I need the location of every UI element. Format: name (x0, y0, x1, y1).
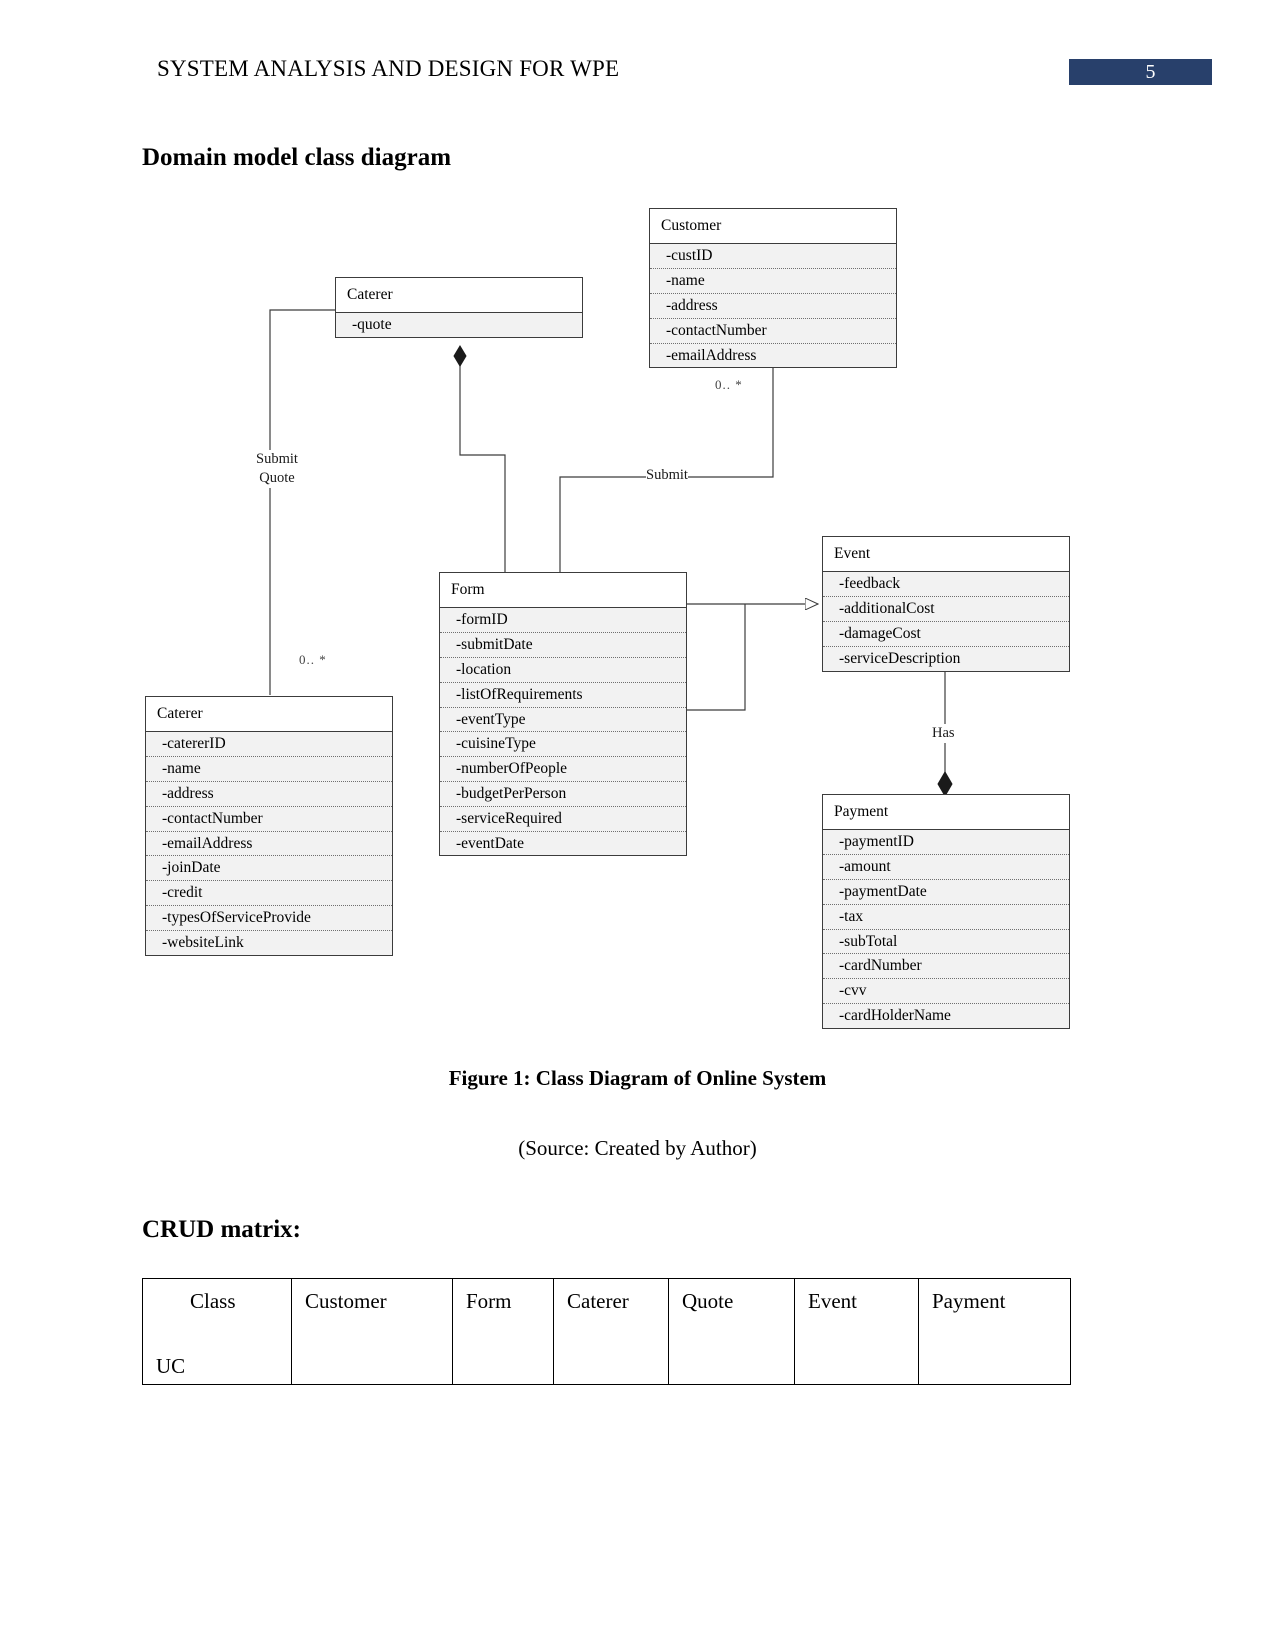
uml-attribute: -cvv (823, 979, 1069, 1004)
uml-attribute: -listOfRequirements (440, 683, 686, 708)
uml-class-name: Payment (823, 795, 1069, 831)
figure-caption: Figure 1: Class Diagram of Online System (448, 1066, 827, 1090)
class-diagram: Customer -custID -name -address -contact… (0, 0, 1275, 1060)
uml-attribute: -contactNumber (146, 807, 392, 832)
uml-attribute: -paymentID (823, 830, 1069, 856)
uml-attribute: -address (650, 294, 896, 319)
uml-attribute: -amount (823, 855, 1069, 880)
uml-attribute: -location (440, 658, 686, 683)
uml-attribute: -budgetPerPerson (440, 782, 686, 807)
edge-label-submit: Submit (646, 466, 688, 485)
uml-attribute: -serviceRequired (440, 807, 686, 832)
uml-class-caterer[interactable]: Caterer -catererID -name -address -conta… (145, 696, 393, 956)
uml-attribute: -name (146, 757, 392, 782)
uml-class-payment[interactable]: Payment -paymentID -amount -paymentDate … (822, 794, 1070, 1029)
uml-class-name: Caterer (336, 278, 582, 314)
uml-attribute: -paymentDate (823, 880, 1069, 905)
heading-crud-matrix: CRUD matrix: (142, 1216, 301, 1243)
uml-attribute: -eventType (440, 708, 686, 733)
uml-class-name: Event (823, 537, 1069, 573)
uml-attribute-list: -catererID -name -address -contactNumber… (146, 732, 392, 955)
uml-attribute: -name (650, 269, 896, 294)
table-header-customer: Customer (291, 1278, 453, 1385)
multiplicity-customer-form: 0.. * (715, 377, 743, 393)
table-header-uc: UC (156, 1354, 186, 1378)
table-header-caterer: Caterer (553, 1278, 669, 1385)
uml-class-customer[interactable]: Customer -custID -name -address -contact… (649, 208, 897, 369)
uml-attribute-list: -paymentID -amount -paymentDate -tax -su… (823, 830, 1069, 1028)
uml-attribute: -address (146, 782, 392, 807)
uml-attribute-list: -quote (336, 313, 582, 338)
source-caption: (Source: Created by Author) (518, 1136, 757, 1160)
uml-attribute: -damageCost (823, 622, 1069, 647)
table-header-payment: Payment (918, 1278, 1071, 1385)
edge-label-line-2: Quote (259, 469, 295, 486)
uml-attribute: -emailAddress (146, 832, 392, 857)
uml-class-name: Form (440, 573, 686, 609)
uml-attribute: -joinDate (146, 856, 392, 882)
uml-attribute: -cuisineType (440, 732, 686, 758)
uml-attribute: -eventDate (456, 834, 524, 852)
uml-attribute: -catererID (146, 732, 392, 758)
table-cell-class-uc: Class UC (142, 1278, 292, 1385)
uml-attribute-list: -formID -submitDate -location -listOfReq… (440, 608, 686, 856)
uml-attribute: -subTotal (823, 930, 1069, 955)
uml-attribute: -cardHolderName (839, 1006, 951, 1024)
uml-attribute: -tax (823, 905, 1069, 930)
uml-attribute: -additionalCost (823, 597, 1069, 622)
table-header-form: Form (452, 1278, 554, 1385)
uml-attribute: -numberOfPeople (440, 757, 686, 782)
uml-attribute: -emailAddress (666, 346, 757, 364)
table-row: Class UC Customer Form Caterer Quote Eve… (142, 1278, 1071, 1385)
uml-attribute: -submitDate (440, 633, 686, 658)
uml-attribute: -serviceDescription (839, 649, 961, 667)
uml-class-name: Customer (650, 209, 896, 245)
uml-attribute: -custID (650, 244, 896, 270)
edge-label-line-1: Submit (256, 451, 298, 467)
uml-attribute: -formID (440, 608, 686, 634)
crud-matrix-table: Class UC Customer Form Caterer Quote Eve… (142, 1278, 1071, 1385)
multiplicity-caterer-quote: 0.. * (299, 652, 327, 668)
edge-label-submit-quote: Submit Quote (242, 450, 312, 488)
table-header-class: Class (190, 1289, 236, 1313)
uml-attribute: -cardNumber (823, 954, 1069, 980)
uml-attribute: -feedback (823, 572, 1069, 598)
uml-attribute: -credit (146, 881, 392, 906)
uml-attribute-list: -custID -name -address -contactNumber -e… (650, 244, 896, 368)
uml-attribute: -typesOfServiceProvide (146, 906, 392, 931)
uml-class-event[interactable]: Event -feedback -additionalCost -damageC… (822, 536, 1070, 672)
uml-attribute: -contactNumber (650, 319, 896, 344)
edge-label-has: Has (932, 724, 955, 743)
uml-class-name: Caterer (146, 697, 392, 733)
uml-attribute: -quote (352, 316, 392, 334)
uml-attribute: -websiteLink (162, 933, 244, 951)
uml-class-quote[interactable]: Caterer -quote (335, 277, 583, 339)
uml-attribute-list: -feedback -additionalCost -damageCost -s… (823, 572, 1069, 671)
table-header-event: Event (794, 1278, 919, 1385)
uml-class-form[interactable]: Form -formID -submitDate -location -list… (439, 572, 687, 857)
table-header-quote: Quote (668, 1278, 795, 1385)
